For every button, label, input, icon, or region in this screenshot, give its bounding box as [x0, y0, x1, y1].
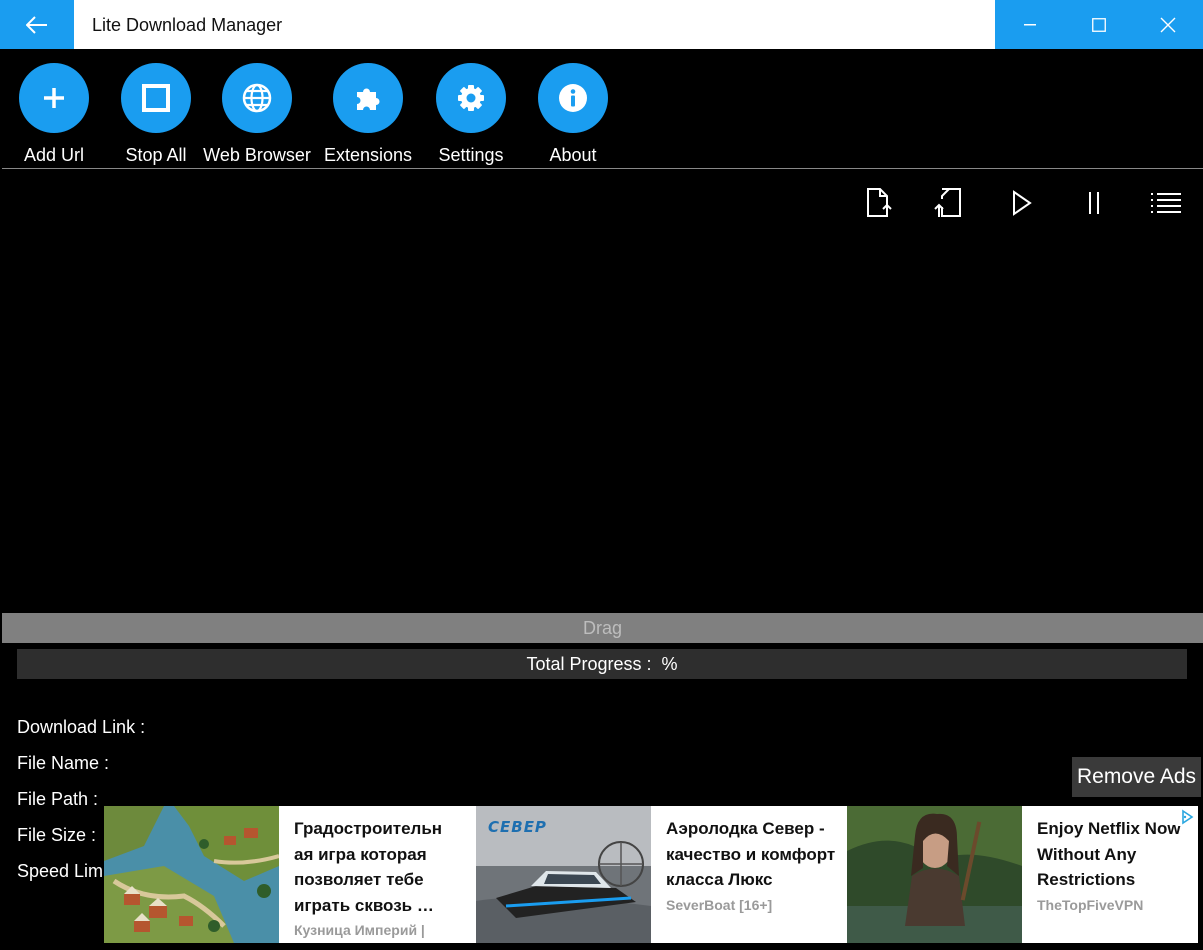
drag-handle[interactable]: Drag — [2, 613, 1203, 643]
ad-image — [847, 806, 1022, 943]
settings-circle[interactable] — [436, 63, 506, 133]
about-circle[interactable] — [538, 63, 608, 133]
extensions-label: Extensions — [323, 145, 413, 165]
pause-icon — [1089, 192, 1099, 214]
ad-image-airboat[interactable]: СЕВЕР — [476, 806, 651, 943]
extensions-circle[interactable] — [333, 63, 403, 133]
start-button[interactable] — [1004, 186, 1040, 220]
ad-card[interactable]: Градостроительн ая игра которая позволяе… — [104, 806, 475, 943]
import-list-button[interactable] — [932, 186, 968, 220]
title-area: Lite Download Manager — [74, 0, 995, 49]
stop-all-button[interactable]: Stop All — [121, 63, 191, 166]
ad-text[interactable]: Аэролодка Север - качество и комфорт кла… — [666, 816, 836, 913]
ad-title[interactable]: Градостроительн ая игра которая позволяе… — [294, 816, 464, 918]
about-label: About — [549, 145, 597, 165]
ad-source[interactable]: SeverBoat [16+] — [666, 897, 836, 913]
file-path-label: File Path : — [17, 789, 99, 809]
ad-card[interactable]: Enjoy Netflix Now Without Any Restrictio… — [847, 806, 1198, 943]
ad-text[interactable]: Enjoy Netflix Now Without Any Restrictio… — [1037, 816, 1203, 913]
import-file-icon — [934, 188, 961, 217]
total-progress-bar: Total Progress : % — [17, 649, 1187, 679]
info-icon — [559, 84, 587, 112]
gear-icon — [458, 85, 484, 111]
maximize-icon — [1091, 17, 1106, 32]
list-icon — [1151, 193, 1181, 213]
ad-image-netflix[interactable] — [847, 806, 1022, 943]
globe-icon — [242, 83, 272, 113]
settings-button[interactable]: Settings — [436, 63, 506, 166]
remove-ads-button[interactable]: Remove Ads — [1072, 757, 1201, 797]
maximize-button[interactable] — [1064, 0, 1133, 49]
extensions-button[interactable]: Extensions — [324, 63, 412, 166]
stop-icon — [142, 84, 170, 112]
adchoices-icon-svg — [1178, 808, 1196, 826]
title-bar: Lite Download Manager — [0, 0, 1203, 49]
ad-source[interactable]: TheTopFiveVPN — [1037, 897, 1203, 913]
add-url-button[interactable]: Add Url — [19, 63, 89, 166]
ad-logo-text: СЕВЕР — [488, 818, 547, 836]
ad-text[interactable]: Градостроительн ая игра которая позволяе… — [294, 816, 464, 938]
minimize-button[interactable] — [995, 0, 1064, 49]
total-progress-label: Total Progress : % — [526, 653, 678, 674]
file-name-label: File Name : — [17, 753, 110, 773]
download-link-label: Download Link : — [17, 717, 146, 737]
adchoices-icon[interactable] — [1178, 808, 1196, 826]
about-button[interactable]: About — [538, 63, 608, 166]
export-file-icon — [867, 188, 892, 217]
puzzle-icon — [357, 88, 380, 110]
list-view-button[interactable] — [1148, 186, 1184, 220]
main-toolbar: Add Url Stop All Web Browser Extensions — [2, 49, 1203, 169]
window-title: Lite Download Manager — [92, 15, 283, 35]
close-button[interactable] — [1133, 0, 1202, 49]
back-button[interactable] — [0, 0, 74, 49]
drag-label: Drag — [582, 617, 622, 638]
pause-button[interactable] — [1076, 186, 1112, 220]
add-url-label: Add Url — [23, 145, 85, 165]
ad-title[interactable]: Аэролодка Север - качество и комфорт кла… — [666, 816, 836, 893]
settings-label: Settings — [438, 145, 504, 165]
ad-banner[interactable]: Градостроительн ая игра которая позволяе… — [104, 806, 1198, 943]
stop-all-label: Stop All — [125, 145, 187, 165]
ad-image — [104, 806, 279, 943]
web-browser-button[interactable]: Web Browser — [203, 63, 311, 166]
minimize-icon — [1023, 23, 1036, 25]
back-arrow-icon — [26, 15, 47, 34]
ad-source[interactable]: Кузница Империй | — [294, 922, 464, 938]
web-browser-label: Web Browser — [203, 145, 311, 165]
ad-card[interactable]: СЕВЕР Аэролодка Север - качество и комфо… — [476, 806, 847, 943]
ad-image-strategy-game[interactable] — [104, 806, 279, 943]
file-size-label: File Size : — [17, 825, 97, 845]
ad-title[interactable]: Enjoy Netflix Now Without Any Restrictio… — [1037, 816, 1203, 893]
plus-icon — [44, 88, 64, 108]
export-list-button[interactable] — [860, 186, 896, 220]
play-icon — [1013, 190, 1032, 216]
close-icon — [1160, 17, 1175, 32]
add-url-circle[interactable] — [19, 63, 89, 133]
speed-limit-label: Speed Limi — [17, 861, 108, 881]
stop-all-circle[interactable] — [121, 63, 191, 133]
web-browser-circle[interactable] — [222, 63, 292, 133]
